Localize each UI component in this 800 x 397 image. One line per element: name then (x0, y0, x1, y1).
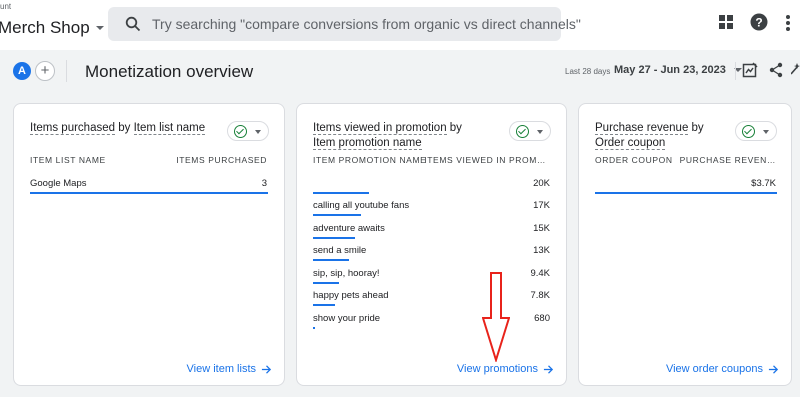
row-bar-fill (30, 192, 268, 194)
view-order-coupons-link[interactable]: View order coupons (666, 363, 779, 375)
date-range-picker[interactable]: May 27 - Jun 23, 2023 (614, 64, 742, 76)
data-quality-menu[interactable] (227, 121, 269, 141)
row-label: happy pets ahead (313, 290, 389, 301)
chevron-down-icon (255, 130, 261, 134)
top-app-bar: unt Merch Shop Try searching "compare co… (0, 0, 800, 50)
row-bar (595, 192, 777, 194)
row-bar-fill (313, 282, 340, 284)
page-title: Monetization overview (85, 62, 254, 81)
link-label: View order coupons (665, 363, 763, 375)
account-breadcrumb[interactable]: unt (0, 2, 11, 11)
title-connector: by (446, 122, 462, 134)
arrow-forward-icon (261, 364, 272, 374)
property-selector[interactable]: Merch Shop (0, 18, 104, 38)
title-connector: by (688, 122, 704, 134)
row-bar (313, 214, 369, 216)
row-value: 7.8K (530, 290, 550, 301)
row-value: $3.7K (751, 178, 776, 189)
chevron-down-icon (763, 130, 769, 134)
data-quality-menu[interactable] (509, 121, 551, 141)
search-bar[interactable]: Try searching "compare conversions from … (108, 7, 581, 41)
check-circle-icon (234, 125, 247, 138)
column-header-metric: ITEMS PURCHASED (176, 155, 267, 165)
divider (735, 62, 736, 80)
row-label: send a smile (313, 245, 367, 256)
column-header-dimension: ITEM LIST NAME (30, 155, 106, 165)
row-bar-fill (313, 327, 315, 329)
row-value: 20K (533, 178, 550, 189)
row-label: show your pride (313, 313, 381, 324)
row-bar-fill (313, 237, 355, 239)
row-value: 17K (533, 200, 550, 211)
card-title[interactable]: Items purchased by Item list name (30, 121, 206, 136)
chevron-down-icon (537, 130, 543, 134)
row-label: calling all youtube fans (313, 200, 410, 211)
date-range-value: May 27 - Jun 23, 2023 (614, 64, 726, 76)
apps-grid-icon[interactable] (718, 14, 734, 30)
search-icon (125, 16, 141, 32)
metric-name: Items purchased (30, 122, 116, 135)
date-range-prefix: Last 28 days (565, 67, 611, 76)
metric-name: Items viewed in promotion (313, 122, 447, 135)
help-icon[interactable]: ? (750, 13, 768, 31)
column-header-dimension: ITEM PROMOTION NAME (313, 155, 427, 165)
column-header-metric: PURCHASE REVEN… (679, 155, 776, 165)
view-promotions-link[interactable]: View promotions (457, 363, 554, 375)
row-bar-fill (313, 304, 335, 306)
metric-name: Purchase revenue (595, 122, 689, 135)
row-bar (313, 304, 369, 306)
row-value: 13K (533, 245, 550, 256)
arrow-forward-icon (543, 364, 554, 374)
arrow-forward-icon (768, 364, 779, 374)
card-purchase-revenue: Purchase revenue by Order coupon ORDER C… (578, 103, 792, 386)
card-title[interactable]: Purchase revenue by Order coupon (595, 121, 704, 151)
link-label: View item lists (186, 363, 256, 375)
row-label: Google Maps (30, 178, 87, 189)
card-items-purchased: Items purchased by Item list name ITEM L… (13, 103, 285, 386)
search-placeholder: Try searching "compare conversions from … (152, 16, 581, 32)
title-connector: by (115, 122, 134, 134)
row-bar-fill (313, 214, 361, 216)
annotation-arrow-icon (482, 272, 510, 362)
column-header-dimension: ORDER COUPON (595, 155, 673, 165)
more-vert-icon[interactable] (785, 14, 791, 32)
row-bar-fill (595, 192, 777, 194)
comparison-avatar[interactable]: A (13, 62, 31, 80)
add-comparison-button[interactable]: + (35, 61, 55, 81)
view-item-lists-link[interactable]: View item lists (187, 363, 272, 375)
check-circle-icon (516, 125, 529, 138)
divider (66, 60, 67, 82)
row-value: 15K (533, 223, 550, 234)
check-circle-icon (742, 125, 755, 138)
svg-text:?: ? (755, 16, 762, 30)
dimension-name: Item promotion name (313, 137, 422, 150)
chevron-down-icon (95, 26, 104, 30)
row-value: 9.4K (530, 268, 550, 279)
row-label: adventure awaits (313, 223, 385, 234)
row-bar-fill (313, 192, 369, 194)
row-label: sip, sip, hooray! (313, 268, 380, 279)
row-bar (313, 237, 369, 239)
property-name: Merch Shop (0, 18, 90, 37)
row-value: 3 (261, 178, 267, 189)
card-title[interactable]: Items viewed in promotion by Item promot… (313, 121, 462, 151)
row-bar (313, 282, 369, 284)
column-header-metric: ITEMS VIEWED IN PROM… (424, 155, 546, 165)
share-icon[interactable] (768, 62, 784, 78)
report-header: A + Monetization overview Last 28 days M… (0, 50, 800, 92)
data-quality-menu[interactable] (735, 121, 777, 141)
dimension-name: Order coupon (595, 137, 666, 150)
card-items-viewed-in-promotion: Items viewed in promotion by Item promot… (296, 103, 567, 386)
row-bar-fill (313, 259, 350, 261)
dimension-name: Item list name (133, 122, 206, 135)
insights-icon[interactable] (791, 62, 800, 78)
row-bar (30, 192, 268, 194)
row-bar (313, 192, 369, 194)
customize-report-icon[interactable] (742, 62, 758, 78)
link-label: View promotions (456, 363, 538, 375)
row-bar (313, 259, 369, 261)
row-value: 680 (534, 313, 550, 324)
row-bar (313, 327, 369, 329)
